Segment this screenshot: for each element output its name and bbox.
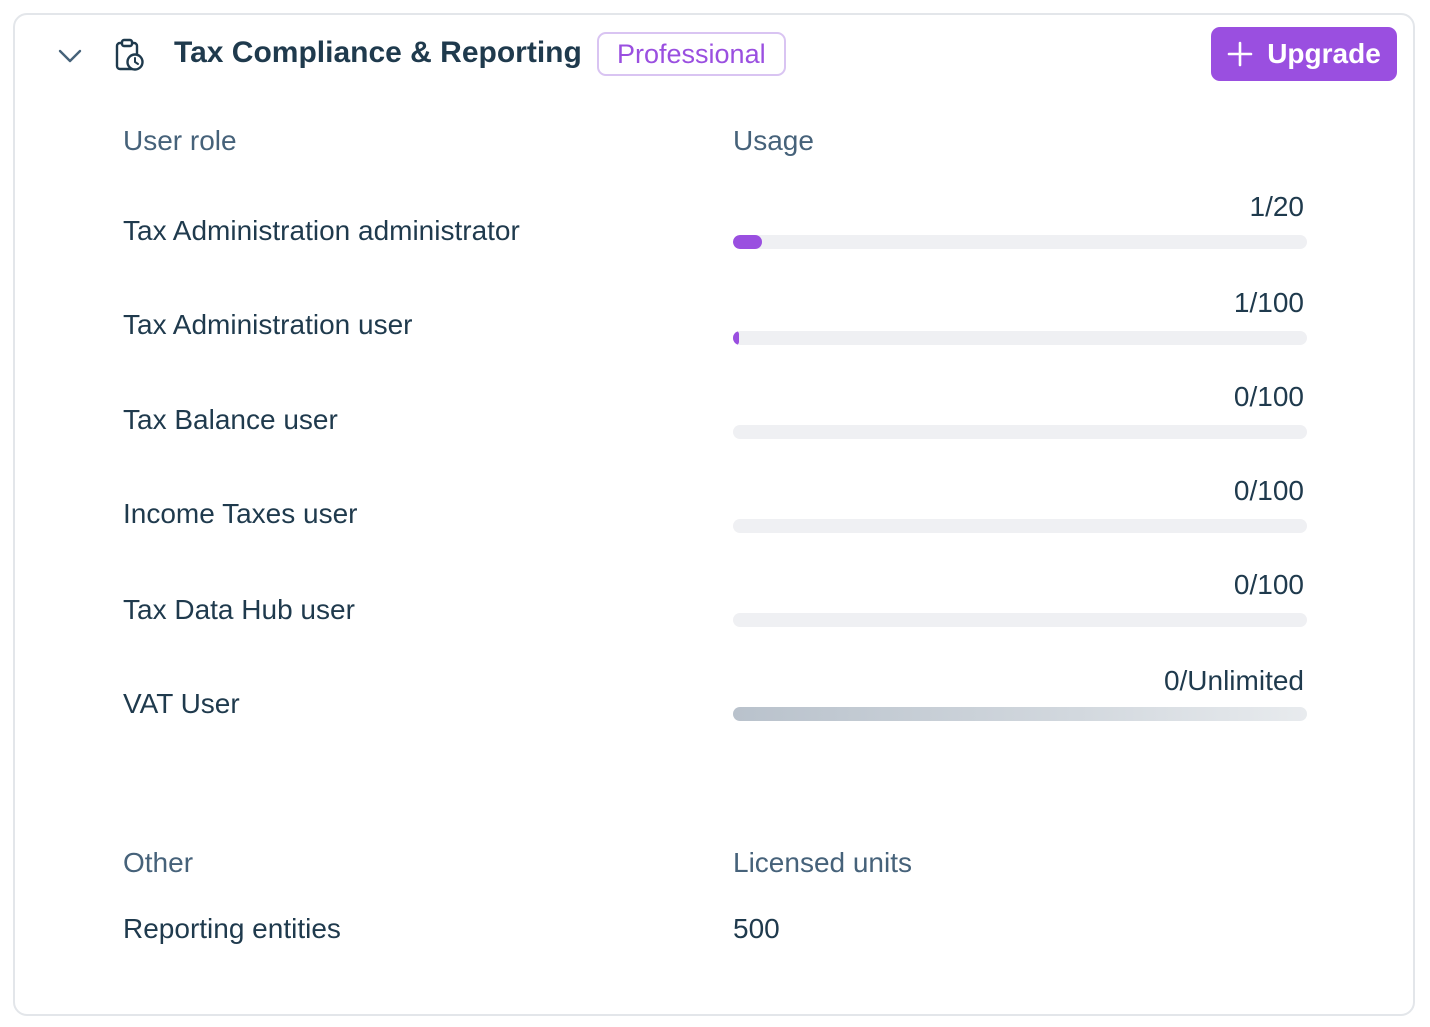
usage-progress-bar [733,235,1307,249]
clipboard-clock-icon [111,37,147,73]
other-item-units: 500 [733,913,780,944]
role-label: Income Taxes user [123,498,358,529]
role-label: VAT User [123,688,240,719]
usage-progress-bar [733,331,1307,345]
usage-progress-bar [733,425,1307,439]
usage-progress-bar [733,519,1307,533]
usage-count: 0/100 [1233,569,1304,600]
role-label: Tax Balance user [123,404,338,435]
column-header-licensed-units: Licensed units [733,847,913,878]
chevron-down-icon[interactable] [55,41,85,71]
role-label: Tax Administration administrator [123,215,520,246]
column-header-usage: Usage [733,125,814,156]
usage-progress-bar [733,613,1307,627]
usage-count: 1/20 [1249,191,1305,222]
usage-count: 0/100 [1233,381,1304,412]
usage-progress-bar [733,707,1307,721]
plus-icon [1227,41,1253,67]
tier-badge: Professional [597,32,786,76]
upgrade-label: Upgrade [1267,38,1381,69]
other-item-label: Reporting entities [123,913,341,944]
usage-count: 0/100 [1233,475,1304,506]
column-header-user-role: User role [123,125,237,156]
usage-count: 1/100 [1233,287,1304,318]
column-header-other: Other [123,847,194,878]
usage-progress-fill [733,331,739,345]
usage-count: 0/Unlimited [1163,665,1304,696]
tax-compliance-card: Tax Compliance & Reporting Professional … [13,13,1415,1016]
role-label: Tax Data Hub user [123,594,355,625]
section-title: Tax Compliance & Reporting [174,36,582,69]
upgrade-button[interactable]: Upgrade [1211,27,1397,81]
role-label: Tax Administration user [123,309,413,340]
usage-progress-fill [733,235,762,249]
